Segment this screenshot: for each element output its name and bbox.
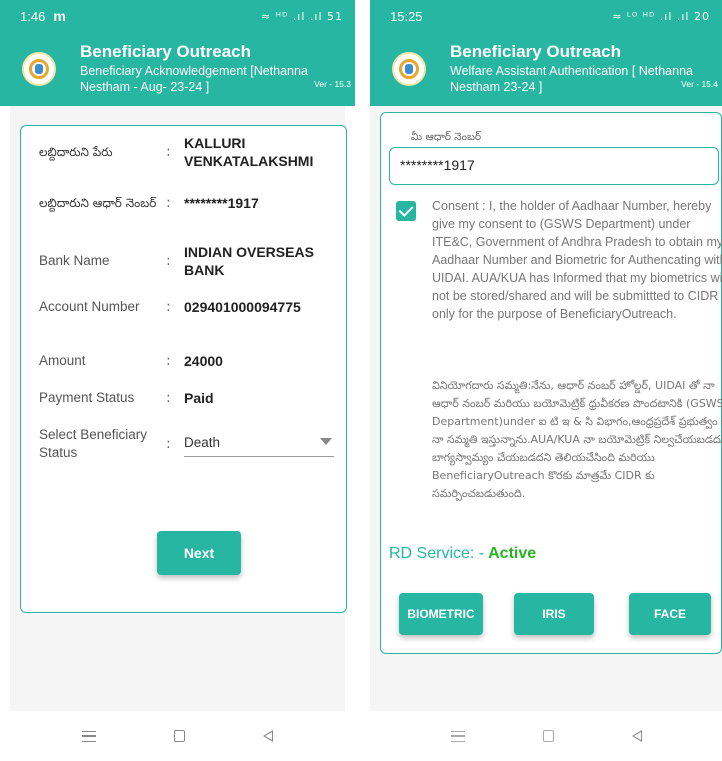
status-icons: ≈ ᴸᴼ ᴴᴰ .ıl .ıl 20 <box>612 9 710 23</box>
biometric-button[interactable]: BIOMETRIC <box>399 593 483 635</box>
status-bar: 1:46 m ≈ ᴴᴰ .ıl .ıl 51 <box>0 0 355 32</box>
field-label: Payment Status <box>39 390 135 405</box>
colon: : <box>166 353 171 369</box>
ap-emblem-logo <box>22 52 56 86</box>
consent-text-telugu: వినియోగదారు సమ్మతి:నేను, ఆధార్ నంబర్ హోల… <box>432 379 722 500</box>
rd-service-label: RD Service: - <box>389 545 485 562</box>
app-header: Beneficiary Outreach Welfare Assistant A… <box>370 32 722 106</box>
dropdown-selected-value: Death <box>184 435 221 450</box>
page: 1:46 m ≈ ᴴᴰ .ıl .ıl 51 Beneficiary Outrea… <box>0 0 722 761</box>
aadhaar-number-field[interactable]: ********1917 <box>389 147 719 185</box>
app-title: Beneficiary Outreach <box>450 42 622 61</box>
back-icon[interactable] <box>631 730 642 742</box>
version-label: Ver - 15.3 <box>314 79 351 89</box>
beneficiary-status-dropdown[interactable]: Death <box>184 431 334 457</box>
consent-text-english: Consent : I, the holder of Aadhaar Numbe… <box>432 199 722 321</box>
field-label: Amount <box>39 353 86 368</box>
field-label: Account Number <box>39 299 140 314</box>
home-icon[interactable] <box>542 730 554 742</box>
content-area: మీ ఆధార్ నెంబర్ ********1917 Consent : I… <box>370 106 722 711</box>
content-area: లబ్దిదారుని పేరు : KALLURI VENKATALAKSHM… <box>10 106 347 711</box>
payment-status-value: Paid <box>184 390 214 406</box>
authentication-card: మీ ఆధార్ నెంబర్ ********1917 Consent : I… <box>380 112 722 654</box>
colon: : <box>166 195 171 211</box>
field-label: లబ్దిదారుని పేరు <box>39 145 113 159</box>
dropdown-caret-icon <box>320 438 332 445</box>
field-row-account: Account Number : 029401000094775 <box>39 298 339 316</box>
status-time: 15:25 <box>390 8 423 24</box>
iris-button[interactable]: IRIS <box>514 593 594 635</box>
version-label: Ver - 15.4 <box>681 79 718 89</box>
ap-emblem-logo <box>392 52 426 86</box>
face-button[interactable]: FACE <box>629 593 711 635</box>
aadhaar-field-label: మీ ఆధార్ నెంబర్ <box>411 131 482 143</box>
app-indicator: m <box>53 8 66 24</box>
android-nav-bar <box>0 711 355 761</box>
android-nav-bar <box>370 711 722 761</box>
aadhaar-value: ********1917 <box>184 195 259 211</box>
left-phone-screen: 1:46 m ≈ ᴴᴰ .ıl .ıl 51 Beneficiary Outrea… <box>0 0 355 761</box>
rd-service-status: RD Service: - Active <box>389 545 536 563</box>
rd-service-active-badge: Active <box>488 545 537 562</box>
field-row-bank: Bank Name : INDIAN OVERSEAS BANK <box>39 243 339 279</box>
amount-value: 24000 <box>184 353 223 369</box>
field-row-amount: Amount : 24000 <box>39 352 339 370</box>
home-icon[interactable] <box>174 730 185 742</box>
field-label: Bank Name <box>39 253 110 268</box>
colon: : <box>166 299 171 315</box>
beneficiary-name-value: KALLURI VENKATALAKSHMI <box>184 135 314 169</box>
back-icon[interactable] <box>263 730 273 742</box>
colon: : <box>166 253 171 269</box>
status-icons: ≈ ᴴᴰ .ıl .ıl 51 <box>261 9 343 23</box>
account-number-value: 029401000094775 <box>184 299 301 315</box>
app-title: Beneficiary Outreach <box>80 42 252 61</box>
field-row-name: లబ్దిదారుని పేరు : KALLURI VENKATALAKSHM… <box>39 134 339 170</box>
menu-icon[interactable] <box>450 730 465 742</box>
colon: : <box>166 144 171 160</box>
app-header: Beneficiary Outreach Beneficiary Acknowl… <box>0 32 355 106</box>
colon: : <box>166 390 171 406</box>
bank-name-value: INDIAN OVERSEAS BANK <box>184 244 314 278</box>
next-button[interactable]: Next <box>157 531 241 575</box>
field-label: లబ్దిదారుని ఆధార్ నెంబర్ <box>39 196 157 210</box>
status-time: 1:46 m <box>20 8 66 24</box>
right-phone-screen: 15:25 ≈ ᴸᴼ ᴴᴰ .ıl .ıl 20 Beneficiary Out… <box>370 0 722 761</box>
menu-icon[interactable] <box>82 730 96 742</box>
beneficiary-details-card: లబ్దిదారుని పేరు : KALLURI VENKATALAKSHM… <box>20 125 347 613</box>
field-row-aadhaar: లబ్దిదారుని ఆధార్ నెంబర్ : ********1917 <box>39 194 339 212</box>
status-bar: 15:25 ≈ ᴸᴼ ᴴᴰ .ıl .ıl 20 <box>370 0 722 32</box>
field-row-beneficiary-status: Select Beneficiary Status : Death <box>39 426 339 462</box>
field-row-payment-status: Payment Status : Paid <box>39 389 339 407</box>
screen-subtitle: Beneficiary Acknowledgement [Nethanna Ne… <box>80 64 308 94</box>
field-label: Select Beneficiary Status <box>39 427 148 460</box>
colon: : <box>166 436 171 452</box>
consent-checkbox[interactable] <box>396 201 416 221</box>
divider <box>355 0 370 761</box>
